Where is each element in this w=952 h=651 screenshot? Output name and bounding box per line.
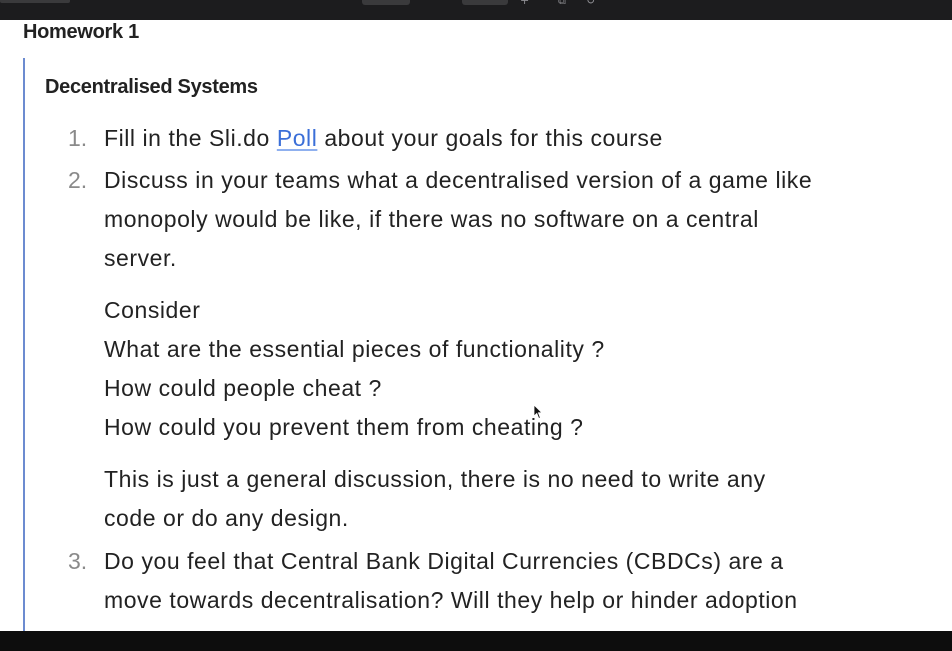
page-title: Homework 1	[23, 21, 139, 43]
window-toolbar: + ⧉ ↻	[0, 0, 952, 20]
question-line: How could you prevent them from cheating…	[104, 414, 584, 440]
question-line: How could people cheat ?	[104, 375, 382, 401]
list-item-1-suffix: about your goals for this course	[317, 125, 663, 151]
list-item-3-line: Do you feel that Central Bank Digital Cu…	[104, 548, 784, 574]
blockquote-bar	[23, 58, 25, 634]
list-item-1-text: Fill in the Sli.do Poll about your goals…	[104, 124, 663, 152]
poll-link[interactable]: Poll	[277, 125, 318, 151]
bottom-bar	[0, 631, 952, 651]
list-item-1-prefix: Fill in the Sli.do	[104, 125, 277, 151]
section-heading: Decentralised Systems	[45, 76, 258, 98]
note-line: This is just a general discussion, there…	[104, 466, 766, 492]
add-icon[interactable]: +	[520, 0, 529, 7]
question-line: What are the essential pieces of functio…	[104, 336, 605, 362]
list-item-3-line: move towards decentralisation? Will they…	[104, 587, 798, 613]
list-item-2-line: server.	[104, 245, 177, 271]
list-item-2-line: Discuss in your teams what a decentralis…	[104, 167, 813, 193]
list-item-number: 2.	[68, 167, 88, 193]
window-title-fragment	[0, 0, 70, 3]
list-item-2-line: monopoly would be like, if there was no …	[104, 206, 759, 232]
page-indicator[interactable]	[362, 0, 410, 5]
list-item-number: 3.	[68, 548, 88, 574]
share-icon[interactable]: ⧉	[558, 0, 566, 8]
list-item-number: 1.	[68, 125, 88, 151]
mouse-cursor-icon	[533, 404, 543, 420]
zoom-indicator[interactable]	[462, 0, 508, 5]
rotate-icon[interactable]: ↻	[586, 0, 595, 7]
consider-heading: Consider	[104, 297, 201, 323]
note-line: code or do any design.	[104, 505, 349, 531]
